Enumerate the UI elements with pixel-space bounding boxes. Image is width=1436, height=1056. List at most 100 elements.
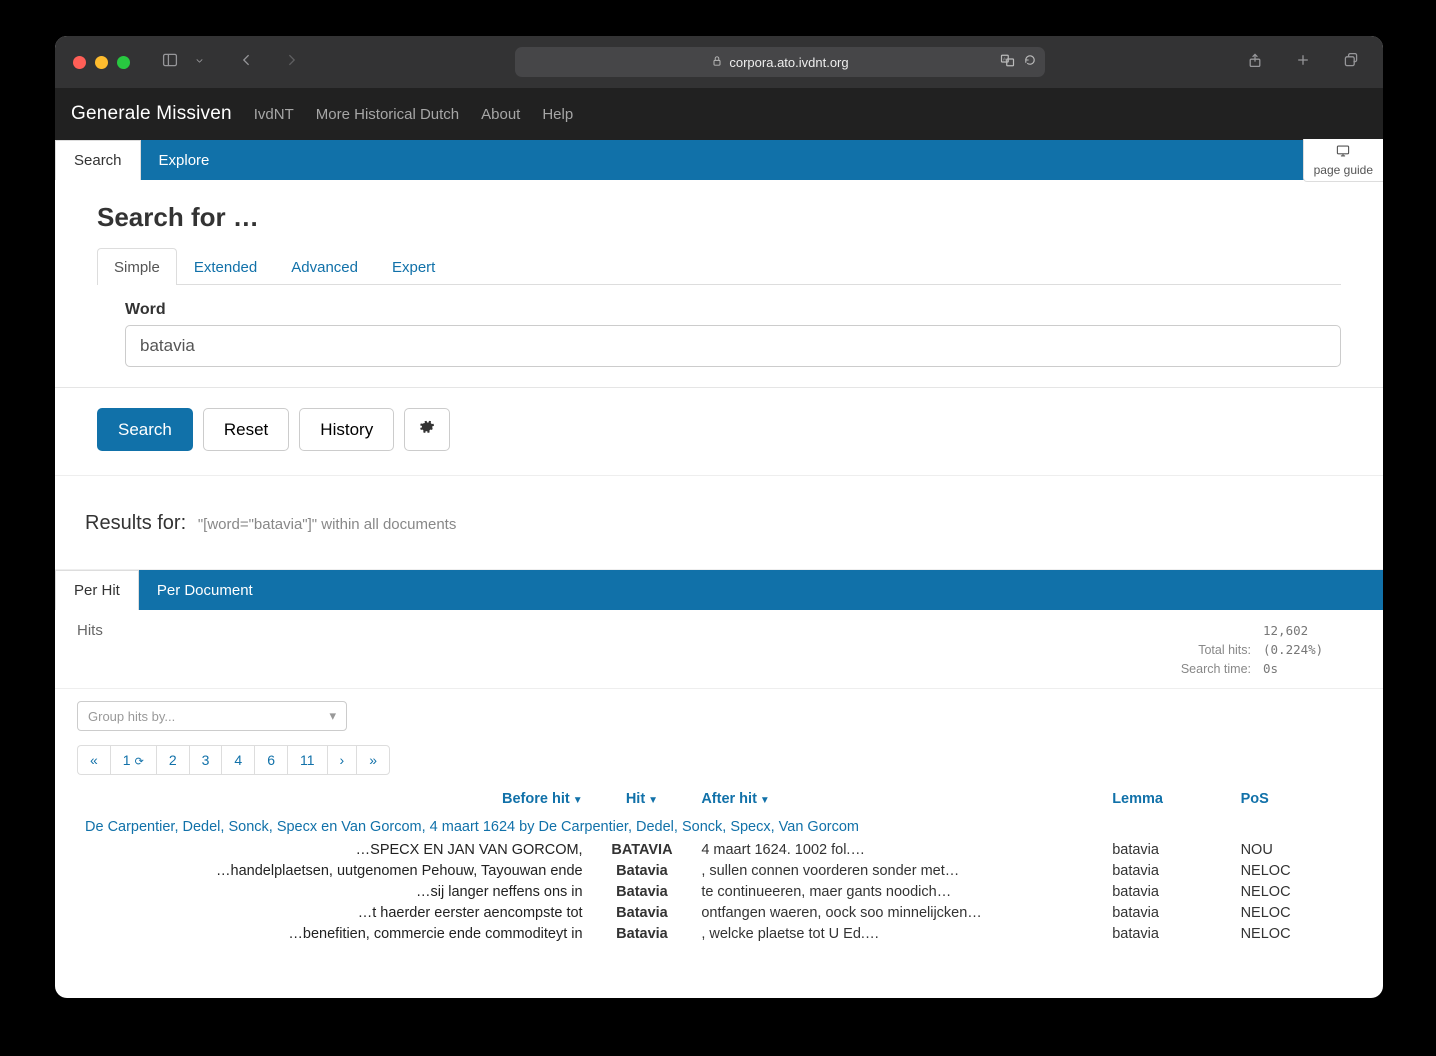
cell-after: , sullen connen voorderen sonder met… (693, 860, 1104, 881)
col-lemma[interactable]: Lemma (1104, 785, 1232, 813)
cell-pos: NELOC (1233, 881, 1361, 902)
cell-pos: NOU (1233, 839, 1361, 860)
cell-after: ontfangen waeren, oock soo minnelijcken… (693, 902, 1104, 923)
tabs-overview-icon[interactable] (1337, 50, 1365, 75)
tab-explore[interactable]: Explore (141, 140, 228, 180)
caret-down-icon: ▼ (760, 795, 770, 806)
col-hit[interactable]: Hit▼ (591, 785, 694, 813)
tab-search[interactable]: Search (55, 140, 141, 180)
window-controls (73, 56, 130, 69)
table-row[interactable]: …sij langer neffens ons inBataviate cont… (77, 881, 1361, 902)
reload-icon[interactable] (1023, 53, 1037, 71)
cell-before: …t haerder eerster aencompste tot (77, 902, 591, 923)
word-label: Word (125, 301, 1341, 319)
main-tabs: Search Explore page guide (55, 140, 1383, 180)
tab-per-hit[interactable]: Per Hit (55, 570, 139, 610)
table-row[interactable]: …handelplaetsen, uutgenomen Pehouw, Tayo… (77, 860, 1361, 881)
cell-after: , welcke plaetse tot U Ed.… (693, 923, 1104, 944)
table-row[interactable]: …SPECX EN JAN VAN GORCOM,BATAVIA4 maart … (77, 839, 1361, 860)
new-tab-icon[interactable] (1289, 50, 1317, 75)
cell-lemma: batavia (1104, 923, 1232, 944)
brand[interactable]: Generale Missiven (71, 103, 232, 125)
titlebar: corpora.ato.ivdnt.org A (55, 36, 1383, 88)
lock-icon (711, 55, 723, 70)
loading-icon: ⟳ (135, 756, 144, 768)
results-table: Before hit▼ Hit▼ After hit▼ Lemma PoS De… (77, 785, 1361, 944)
nav-about[interactable]: About (481, 106, 520, 123)
monitor-icon (1314, 144, 1373, 163)
page-last[interactable]: » (356, 745, 390, 775)
tab-per-document[interactable]: Per Document (139, 570, 271, 610)
subtab-simple[interactable]: Simple (97, 248, 177, 285)
cell-lemma: batavia (1104, 860, 1232, 881)
search-heading: Search for … (97, 202, 1341, 233)
cell-before: …handelplaetsen, uutgenomen Pehouw, Tayo… (77, 860, 591, 881)
cell-before: …SPECX EN JAN VAN GORCOM, (77, 839, 591, 860)
total-hits-label: Total hits: (1151, 641, 1251, 660)
nav-ivdnt[interactable]: IvdNT (254, 106, 294, 123)
svg-text:A: A (1003, 57, 1006, 62)
page-next[interactable]: › (327, 745, 357, 775)
tab-dropdown-icon[interactable] (188, 51, 211, 73)
table-row[interactable]: …t haerder eerster aencompste totBatavia… (77, 902, 1361, 923)
browser-window: corpora.ato.ivdnt.org A Generale M (55, 36, 1383, 998)
page-2[interactable]: 2 (156, 745, 189, 775)
search-time-value: 0s (1251, 660, 1361, 679)
results-tabs: Per Hit Per Document (55, 570, 1383, 610)
subtab-extended[interactable]: Extended (177, 248, 274, 285)
word-input[interactable] (125, 325, 1341, 367)
results-for-label: Results for: (85, 512, 186, 534)
cell-after: te continueeren, maer gants noodich… (693, 881, 1104, 902)
total-hits-value: 12,602 (0.224%) (1251, 622, 1361, 660)
col-after-hit[interactable]: After hit▼ (693, 785, 1104, 813)
results-header: Results for: "[word="batavia"]" within a… (55, 475, 1383, 569)
page-1[interactable]: 1⟳ (110, 745, 156, 775)
nav-help[interactable]: Help (542, 106, 573, 123)
group-by-select[interactable]: Group hits by... ▾ (77, 701, 347, 731)
table-row[interactable]: …benefitien, commercie ende commoditeyt … (77, 923, 1361, 944)
forward-button[interactable] (277, 50, 305, 75)
sidebar-toggle-icon[interactable] (156, 50, 184, 75)
cell-hit: Batavia (591, 902, 694, 923)
zoom-window-button[interactable] (117, 56, 130, 69)
translate-icon[interactable]: A (1000, 53, 1015, 71)
back-button[interactable] (233, 50, 261, 75)
settings-button[interactable] (404, 408, 450, 451)
cell-pos: NELOC (1233, 902, 1361, 923)
minimize-window-button[interactable] (95, 56, 108, 69)
reset-button[interactable]: Reset (203, 408, 289, 451)
cell-hit: Batavia (591, 923, 694, 944)
history-button[interactable]: History (299, 408, 394, 451)
pagination: « 1⟳ 2 3 4 6 11 › » (77, 745, 1361, 775)
page-prev[interactable]: « (77, 745, 110, 775)
col-pos[interactable]: PoS (1233, 785, 1361, 813)
share-icon[interactable] (1241, 50, 1269, 75)
page-3[interactable]: 3 (189, 745, 222, 775)
stats: Total hits:12,602 (0.224%) Search time:0… (1151, 622, 1361, 678)
page-guide-label: page guide (1314, 163, 1373, 177)
page-6[interactable]: 6 (254, 745, 287, 775)
subtab-advanced[interactable]: Advanced (274, 248, 375, 285)
cell-before: …sij langer neffens ons in (77, 881, 591, 902)
search-button[interactable]: Search (97, 408, 193, 451)
nav-more-historical-dutch[interactable]: More Historical Dutch (316, 106, 459, 123)
cell-lemma: batavia (1104, 881, 1232, 902)
cell-after: 4 maart 1624. 1002 fol.… (693, 839, 1104, 860)
url-text: corpora.ato.ivdnt.org (729, 55, 848, 70)
cell-hit: Batavia (591, 860, 694, 881)
subtab-expert[interactable]: Expert (375, 248, 452, 285)
chevron-down-icon: ▾ (329, 708, 336, 724)
address-bar[interactable]: corpora.ato.ivdnt.org A (515, 47, 1045, 77)
results-for-query: "[word="batavia"]" within all documents (198, 516, 457, 533)
search-time-label: Search time: (1151, 660, 1251, 679)
cell-hit: Batavia (591, 881, 694, 902)
document-title-row: De Carpentier, Dedel, Sonck, Specx en Va… (77, 813, 1361, 839)
hits-bar: Hits Total hits:12,602 (0.224%) Search t… (55, 610, 1383, 689)
page-4[interactable]: 4 (221, 745, 254, 775)
col-before-hit[interactable]: Before hit▼ (77, 785, 591, 813)
close-window-button[interactable] (73, 56, 86, 69)
document-link[interactable]: De Carpentier, Dedel, Sonck, Specx en Va… (85, 819, 859, 835)
cell-pos: NELOC (1233, 860, 1361, 881)
page-guide-button[interactable]: page guide (1303, 139, 1383, 182)
page-11[interactable]: 11 (287, 745, 327, 775)
